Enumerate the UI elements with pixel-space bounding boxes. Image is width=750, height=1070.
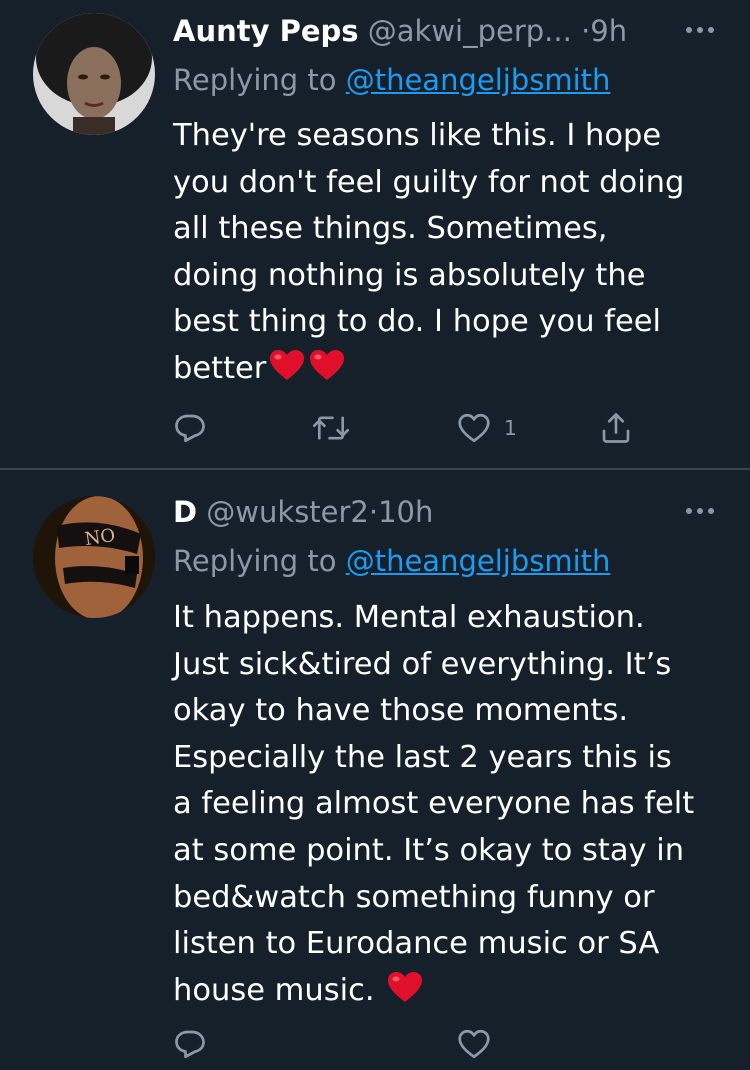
display-name[interactable]: Aunty Peps — [173, 14, 359, 48]
retweet-button[interactable] — [312, 406, 350, 450]
replying-to: Replying to @theangeljbsmith — [173, 543, 610, 579]
reply-icon — [175, 1030, 205, 1059]
avatar-photo-aunty-peps — [33, 13, 155, 135]
reply-button[interactable] — [172, 406, 208, 450]
svg-text:NO: NO — [83, 525, 116, 550]
red-heart-emoji-icon — [268, 348, 306, 397]
replying-to-handle-link[interactable]: @theangeljbsmith — [346, 544, 611, 578]
like-count: 1 — [504, 416, 517, 440]
user-handle[interactable]: @akwi_perp... — [368, 14, 572, 48]
tweet-header: Aunty Peps @akwi_perp... ·9h — [173, 13, 627, 49]
replying-to: Replying to @theangeljbsmith — [173, 62, 610, 98]
avatar[interactable]: NO — [33, 496, 155, 618]
like-button[interactable]: 1 — [456, 406, 517, 450]
like-button[interactable] — [456, 1022, 492, 1066]
share-icon — [602, 413, 630, 443]
more-dots-icon — [686, 27, 714, 33]
reply-icon — [175, 414, 205, 443]
avatar-photo-d: NO — [33, 496, 155, 618]
separator: · — [368, 495, 379, 529]
tweet-actions: 1 — [0, 406, 750, 450]
heart-icon — [458, 413, 490, 443]
reply-button[interactable] — [172, 1022, 208, 1066]
tweet-card[interactable]: Aunty Peps @akwi_perp... ·9h Replying to… — [0, 0, 750, 469]
tweet-text: They're seasons like this. I hope you do… — [173, 113, 733, 397]
red-heart-emoji-icon — [308, 348, 346, 397]
tweet-text-body: It happens. Mental exhaustion. Just sick… — [173, 600, 695, 1008]
retweet-icon — [312, 416, 350, 440]
user-handle[interactable]: @wukster2 — [206, 495, 369, 529]
separator: · — [581, 14, 591, 48]
replying-to-label: Replying to — [173, 544, 337, 578]
replying-to-handle-link[interactable]: @theangeljbsmith — [346, 63, 611, 97]
tweet-header: D @wukster2·10h — [173, 494, 433, 530]
more-options-button[interactable] — [680, 20, 720, 40]
tweet-text-body: They're seasons like this. I hope you do… — [173, 118, 685, 386]
more-options-button[interactable] — [680, 501, 720, 521]
tweet-card[interactable]: NO D @wukster2·10h Replying to @theangel… — [0, 470, 750, 1070]
replying-to-label: Replying to — [173, 63, 337, 97]
timestamp[interactable]: 10h — [378, 495, 433, 529]
avatar[interactable] — [33, 13, 155, 135]
more-dots-icon — [686, 508, 714, 514]
display-name[interactable]: D — [173, 495, 197, 529]
tweet-actions — [0, 1022, 750, 1066]
heart-icon — [458, 1029, 490, 1059]
tweet-text: It happens. Mental exhaustion. Just sick… — [173, 595, 733, 1018]
share-button[interactable] — [598, 406, 634, 450]
red-heart-emoji-icon — [386, 970, 424, 1019]
timestamp[interactable]: 9h — [590, 14, 627, 48]
